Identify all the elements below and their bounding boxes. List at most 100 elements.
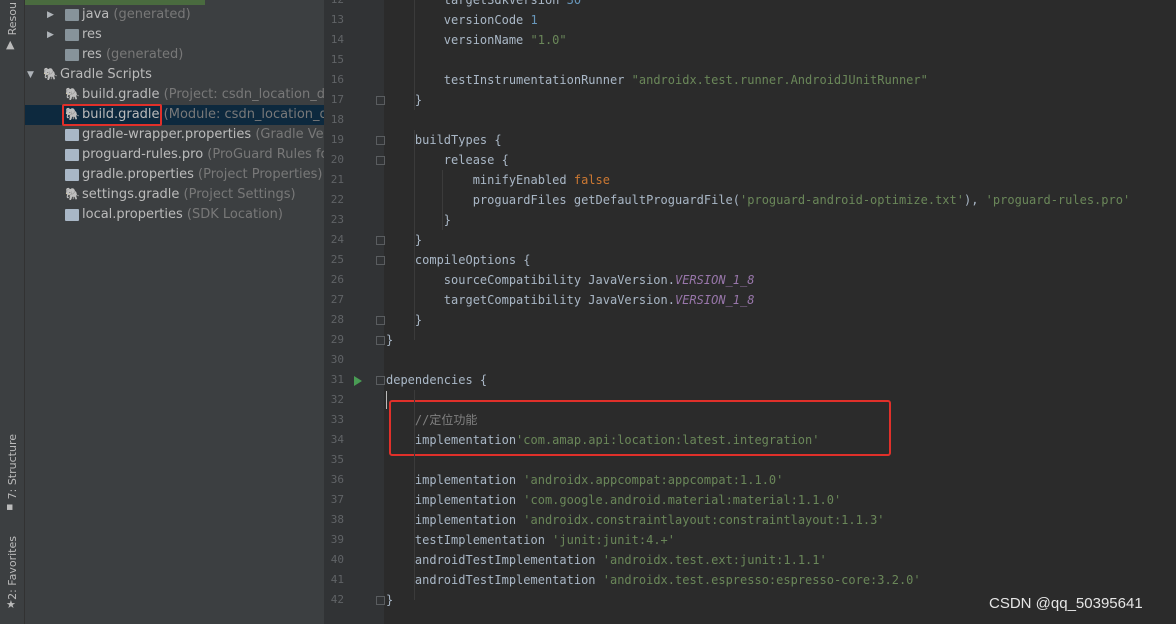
text-caret — [386, 391, 387, 409]
code-line: release { — [386, 150, 509, 170]
line-number: 24 — [330, 233, 344, 246]
highlight-box-location-dependency — [389, 400, 891, 456]
tree-item[interactable]: 🐘build.gradle (Project: csdn_location_de… — [25, 85, 324, 105]
line-number: 30 — [330, 353, 344, 366]
tree-item-label: res — [82, 25, 102, 45]
code-token: implementation — [386, 473, 524, 487]
code-token: VERSION_1_8 — [674, 273, 755, 287]
fold-marker-icon[interactable] — [376, 136, 385, 145]
code-line: dependencies { — [386, 370, 487, 390]
properties-icon — [65, 209, 79, 221]
code-token: 'androidx.test.espresso:espresso-core:3.… — [602, 573, 921, 587]
code-line: targetCompatibility JavaVersion.VERSION_… — [386, 290, 755, 310]
code-line: androidTestImplementation 'androidx.test… — [386, 570, 921, 590]
code-token: versionName — [386, 33, 531, 47]
line-number: 14 — [330, 33, 344, 46]
code-token: 'androidx.appcompat:appcompat:1.1.0' — [523, 473, 784, 487]
code-token: VERSION_1_8 — [674, 293, 755, 307]
file-icon — [65, 149, 79, 161]
code-token: } — [386, 593, 394, 607]
tree-item-name: settings.gradle — [82, 187, 180, 202]
code-line: } — [386, 230, 422, 250]
structure-tab[interactable]: 7: Structure ▪ — [2, 430, 22, 520]
code-line: implementation 'com.google.android.mater… — [386, 490, 841, 510]
fold-marker-icon[interactable] — [376, 336, 385, 345]
fold-marker-icon[interactable] — [376, 316, 385, 325]
tree-item-note: (Project Properties) — [193, 167, 323, 182]
tree-item[interactable]: proguard-rules.pro (ProGuard Rules for c — [25, 145, 324, 165]
line-number: 36 — [330, 473, 344, 486]
fold-marker-icon[interactable] — [376, 96, 385, 105]
tree-item[interactable]: gradle.properties (Project Properties) — [25, 165, 324, 185]
tree-item[interactable]: 🐘 settings.gradle (Project Settings) — [25, 185, 324, 205]
tree-item-name: local.properties — [82, 207, 183, 222]
code-token: androidTestImplementation — [386, 553, 603, 567]
fold-marker-icon[interactable] — [376, 156, 385, 165]
run-gutter-icon[interactable] — [354, 376, 362, 386]
tree-item-name: res — [82, 27, 102, 42]
tree-item-name: proguard-rules.pro — [82, 147, 204, 162]
tree-item[interactable]: ▶ res — [25, 25, 324, 45]
indent-guide — [414, 270, 415, 330]
code-line: proguardFiles getDefaultProguardFile('pr… — [386, 190, 1130, 210]
tree-item-label: gradle.properties (Project Properties) — [82, 165, 323, 185]
indent-guide — [414, 390, 415, 600]
code-line: implementation 'androidx.constraintlayou… — [386, 510, 885, 530]
code-token: ), — [963, 193, 986, 207]
tree-item-label: Gradle Scripts — [60, 65, 152, 85]
line-number: 22 — [330, 193, 344, 206]
tree-item-note: (generated) — [109, 7, 191, 22]
code-token: } — [386, 313, 423, 327]
code-token: implementation — [386, 493, 524, 507]
fold-marker-icon[interactable] — [376, 256, 385, 265]
gradle-icon: 🐘 — [65, 187, 80, 201]
code-line: } — [386, 590, 393, 610]
chevron-down-icon[interactable]: ▼ — [27, 65, 34, 85]
resource-manager-tab[interactable]: Resou ▲ — [2, 0, 22, 60]
tree-item-name: gradle-wrapper.properties — [82, 127, 252, 142]
code-token: targetCompatibility JavaVersion. — [386, 293, 675, 307]
line-number: 12 — [324, 0, 344, 10]
fold-marker-icon[interactable] — [376, 236, 385, 245]
code-line: targetSdkVersion 30 — [386, 0, 581, 10]
code-token: proguardFiles getDefaultProguardFile( — [386, 193, 741, 207]
folder-icon — [65, 49, 79, 61]
code-token: 1 — [530, 13, 538, 27]
structure-tab-label: 7: Structure — [6, 434, 19, 500]
tree-top-strip — [25, 0, 205, 5]
indent-guide — [414, 0, 415, 110]
code-line: androidTestImplementation 'androidx.test… — [386, 550, 827, 570]
tree-item-note: (SDK Location) — [182, 207, 283, 222]
tree-item[interactable]: res (generated) — [25, 45, 324, 65]
code-token: } — [386, 333, 394, 347]
line-number: 23 — [330, 213, 344, 226]
tree-item[interactable]: local.properties (SDK Location) — [25, 205, 324, 225]
chevron-right-icon[interactable]: ▶ — [47, 5, 54, 25]
fold-marker-icon[interactable] — [376, 376, 385, 385]
code-token: sourceCompatibility JavaVersion. — [386, 273, 675, 287]
line-number: 27 — [330, 293, 344, 306]
line-number: 34 — [330, 433, 344, 446]
tree-item[interactable]: gradle-wrapper.properties (Gradle Versio — [25, 125, 324, 145]
code-token: testInstrumentationRunner — [386, 73, 632, 87]
tree-item-note: (ProGuard Rules for c — [207, 147, 324, 162]
code-token: androidTestImplementation — [386, 573, 603, 587]
line-number: 29 — [330, 333, 344, 346]
fold-marker-icon[interactable] — [376, 596, 385, 605]
tree-item-name: java — [82, 7, 110, 22]
folder-icon — [65, 9, 79, 21]
line-number: 33 — [330, 413, 344, 426]
line-number: 20 — [330, 153, 344, 166]
chevron-right-icon[interactable]: ▶ — [47, 25, 54, 45]
line-number: 26 — [330, 273, 344, 286]
tree-item[interactable]: ▼ 🐘 Gradle Scripts — [25, 65, 324, 85]
folder-icon — [65, 29, 79, 41]
project-tree[interactable]: ▶ java (generated) ▶ res res (generated) ▼ 🐘 Gr… — [25, 0, 324, 624]
line-number: 28 — [330, 313, 344, 326]
tree-item[interactable]: ▶ java (generated) — [25, 5, 324, 25]
code-token: false — [573, 173, 610, 187]
code-token: 'androidx.test.ext:junit:1.1.1' — [602, 553, 827, 567]
code-token: release { — [386, 153, 509, 167]
highlight-box-build-gradle — [62, 104, 162, 126]
favorites-tab[interactable]: 2: Favorites ★ — [2, 532, 22, 617]
